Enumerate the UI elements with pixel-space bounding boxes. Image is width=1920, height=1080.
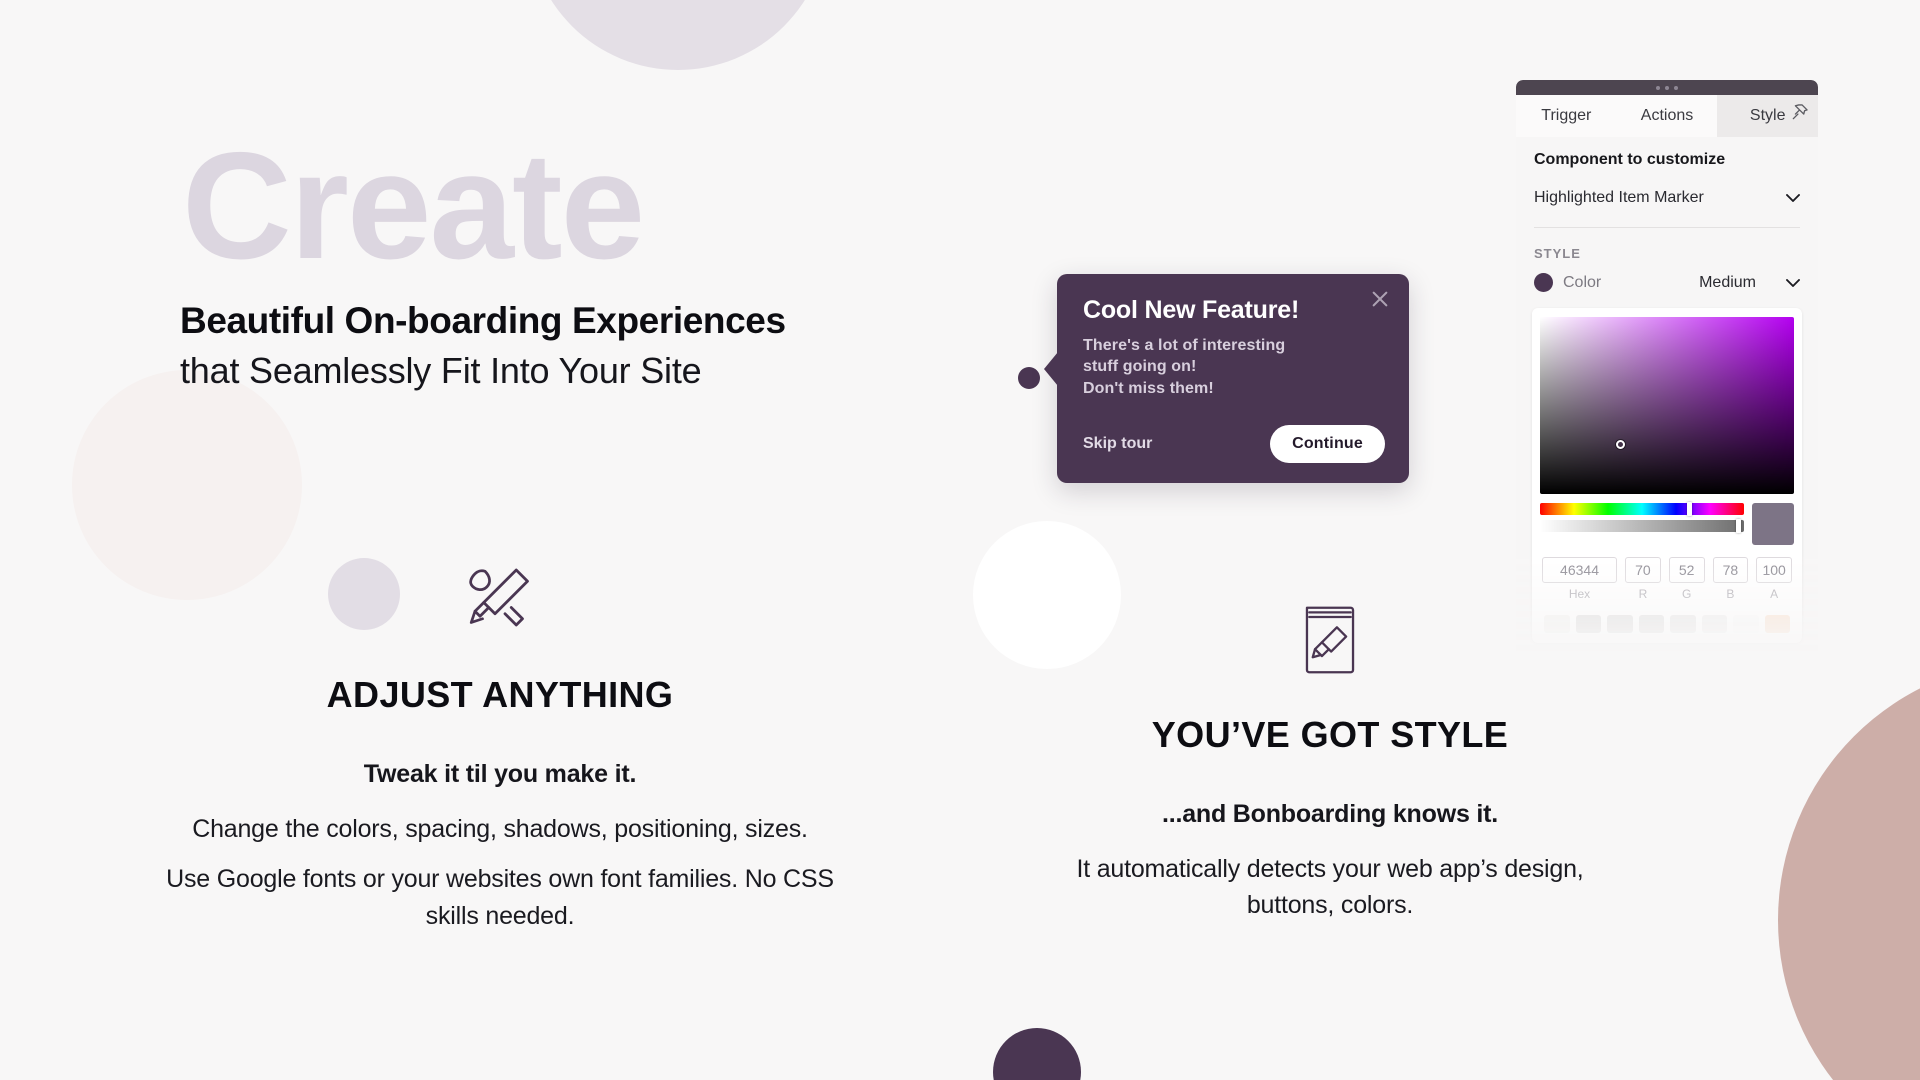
color-preset-swatch[interactable] xyxy=(1670,615,1696,633)
saturation-value-area[interactable] xyxy=(1540,317,1794,494)
a-label: A xyxy=(1770,587,1779,601)
color-row: Color Medium xyxy=(1516,261,1818,292)
onboarding-tooltip-card: Cool New Feature! There's a lot of inter… xyxy=(1044,274,1409,483)
color-preset-swatch[interactable] xyxy=(1607,615,1633,633)
color-preset-row xyxy=(1540,601,1794,633)
decorative-circle-dark-bottom xyxy=(993,1028,1081,1080)
sliders xyxy=(1540,502,1744,545)
page-root: Create Beautiful On-boarding Experiences… xyxy=(0,0,1920,1080)
tooltip-anchor-dot xyxy=(1018,367,1040,389)
feature-body-text: Change the colors, spacing, shadows, pos… xyxy=(192,815,808,843)
page-title: Beautiful On-boarding Experiences xyxy=(180,300,786,341)
feature-body-text: It automatically detects your web app’s … xyxy=(1076,855,1584,920)
hero-ghost-word-wrap: Create xyxy=(180,121,645,291)
tooltip-footer: Skip tour Continue xyxy=(1083,424,1385,463)
g-label: G xyxy=(1681,587,1692,601)
color-preset-swatch[interactable] xyxy=(1638,615,1664,633)
tab-trigger[interactable]: Trigger xyxy=(1516,95,1617,137)
b-input[interactable] xyxy=(1712,557,1749,583)
feature-lead-text: ...and Bonboarding knows it. xyxy=(1161,800,1499,828)
skip-tour-link[interactable]: Skip tour xyxy=(1083,435,1152,453)
paintbrush-pen-icon xyxy=(160,560,840,640)
feature-title: YOU’VE GOT STYLE xyxy=(1151,714,1509,755)
hero-ghost-word: Create xyxy=(182,121,645,291)
a-input[interactable] xyxy=(1756,557,1792,583)
style-editor-panel: Trigger Actions Style Component to custo… xyxy=(1516,80,1818,657)
hue-slider-handle[interactable] xyxy=(1686,502,1692,516)
page-subtitle: that Seamlessly Fit Into Your Site xyxy=(180,350,702,391)
color-value-fields: Hex R G B A xyxy=(1540,557,1794,601)
tooltip-body-line: There's a lot of interesting xyxy=(1083,337,1286,354)
component-section: Component to customize Highlighted Item … xyxy=(1516,137,1818,228)
r-label: R xyxy=(1638,587,1648,601)
color-preset-swatch[interactable] xyxy=(1764,615,1790,633)
style-section-heading: STYLE xyxy=(1534,246,1581,261)
component-section-label: Component to customize xyxy=(1534,151,1726,168)
tab-actions[interactable]: Actions xyxy=(1617,95,1718,137)
saturation-handle[interactable] xyxy=(1616,440,1625,449)
panel-tab-bar: Trigger Actions Style xyxy=(1516,95,1818,137)
tooltip-body-line: Don't miss them! xyxy=(1083,379,1214,397)
chevron-down-icon xyxy=(1786,194,1800,202)
feature-title: ADJUST ANYTHING xyxy=(326,674,674,715)
hex-field-wrap: Hex xyxy=(1542,557,1618,601)
titlebar-dot xyxy=(1665,85,1669,90)
feature-body-text: Use Google fonts or your websites own fo… xyxy=(166,865,834,930)
color-preview-swatch xyxy=(1752,503,1794,545)
b-field-wrap: B xyxy=(1712,557,1749,601)
titlebar-dot xyxy=(1674,85,1678,90)
tooltip-pointer xyxy=(1044,352,1058,386)
hex-label: Hex xyxy=(1568,587,1591,601)
slider-group xyxy=(1540,502,1794,545)
feature-lead-text: Tweak it til you make it. xyxy=(363,760,637,788)
g-field-wrap: G xyxy=(1668,557,1705,601)
g-input[interactable] xyxy=(1668,557,1705,583)
tooltip-title: Cool New Feature! xyxy=(1083,296,1300,324)
color-picker: Hex R G B A xyxy=(1532,308,1802,643)
color-preset-swatch[interactable] xyxy=(1701,615,1727,633)
tooltip-body-line: stuff going on! xyxy=(1083,358,1197,376)
continue-button[interactable]: Continue xyxy=(1270,424,1385,463)
alpha-slider[interactable] xyxy=(1540,519,1744,533)
hex-input[interactable] xyxy=(1542,557,1618,583)
component-select-value: Highlighted Item Marker xyxy=(1534,189,1704,206)
feature-adjust-anything: ADJUST ANYTHING Tweak it til you make it… xyxy=(160,560,840,934)
b-label: B xyxy=(1726,587,1735,601)
close-icon[interactable] xyxy=(1369,288,1391,310)
a-field-wrap: A xyxy=(1756,557,1792,601)
color-swatch-dot[interactable] xyxy=(1534,273,1553,292)
chevron-down-icon[interactable] xyxy=(1786,278,1800,287)
decorative-circle-tan-right xyxy=(1778,660,1920,1080)
decorative-circle-lilac-top xyxy=(528,0,828,70)
color-preset-swatch[interactable] xyxy=(1575,615,1601,633)
size-select-value: Medium xyxy=(1699,273,1756,291)
hue-slider[interactable] xyxy=(1540,502,1744,516)
panel-titlebar[interactable] xyxy=(1516,80,1818,95)
color-preset-swatch[interactable] xyxy=(1544,615,1570,633)
pin-icon[interactable] xyxy=(1790,102,1810,122)
color-preset-swatch[interactable] xyxy=(1733,615,1759,633)
color-label: Color xyxy=(1563,273,1602,291)
titlebar-dot xyxy=(1656,85,1660,90)
r-input[interactable] xyxy=(1625,557,1661,583)
r-field-wrap: R xyxy=(1625,557,1661,601)
alpha-slider-handle[interactable] xyxy=(1735,519,1741,533)
component-select[interactable]: Highlighted Item Marker xyxy=(1534,189,1800,207)
